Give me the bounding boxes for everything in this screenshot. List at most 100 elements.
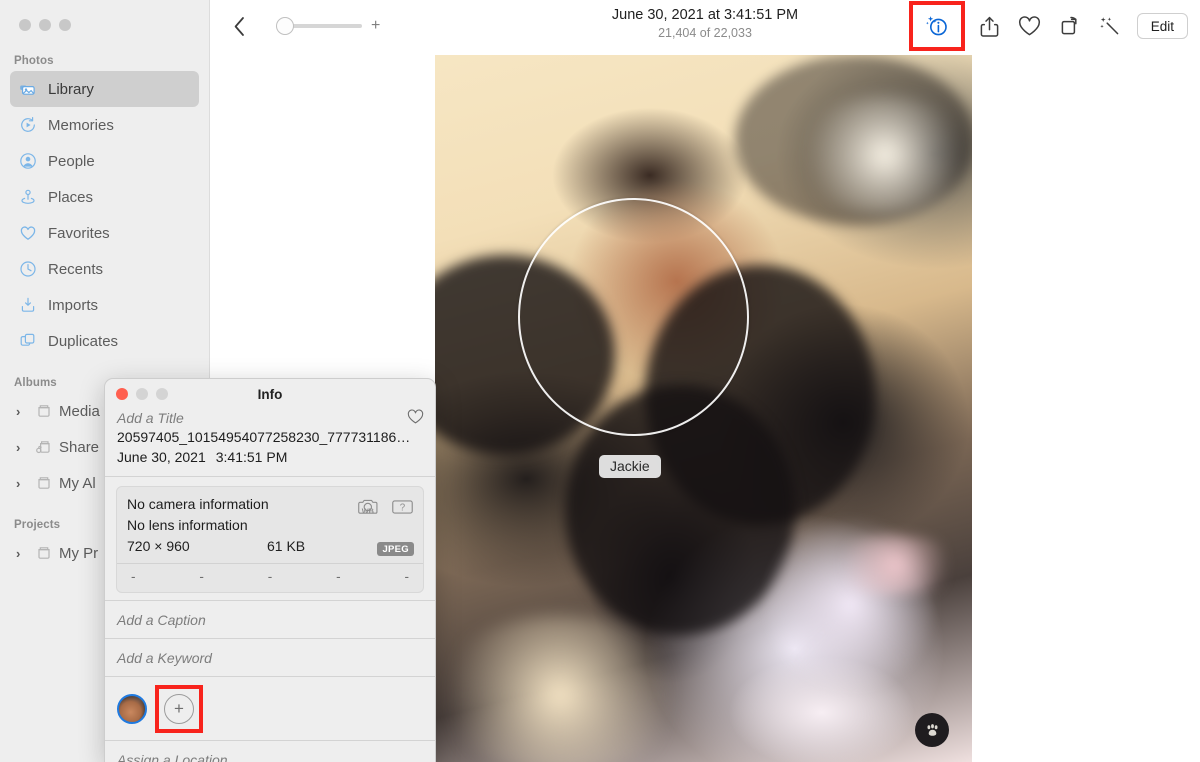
location-input[interactable]: Assign a Location xyxy=(105,741,435,762)
zoom-in-label[interactable]: + xyxy=(371,18,380,34)
sidebar-item-label: Places xyxy=(48,188,94,206)
sidebar-item-label: My Al xyxy=(59,474,96,492)
sidebar-item-favorites[interactable]: Favorites xyxy=(10,215,199,251)
svg-text:WB: WB xyxy=(362,507,374,516)
back-button[interactable] xyxy=(222,9,256,43)
chevron-right-icon[interactable]: › xyxy=(16,441,28,454)
info-button[interactable] xyxy=(920,9,954,43)
exif-secondary-row: - - - - - xyxy=(117,564,423,592)
rotate-button[interactable] xyxy=(1053,9,1087,43)
shared-album-icon xyxy=(34,437,53,457)
heart-icon xyxy=(1019,15,1041,35)
heart-icon xyxy=(18,223,38,243)
sidebar-item-label: Share xyxy=(59,438,100,456)
sidebar-item-people[interactable]: People xyxy=(10,143,199,179)
sidebar-item-label: Library xyxy=(48,80,94,98)
sidebar-item-library[interactable]: Library xyxy=(10,71,199,107)
exif-card: WB ? No camera information No lens infor… xyxy=(116,486,424,593)
favorite-button[interactable] xyxy=(1013,9,1047,43)
info-panel-traffic-lights[interactable] xyxy=(105,388,168,400)
sidebar-item-recents[interactable]: Recents xyxy=(10,251,199,287)
keyword-input[interactable]: Add a Keyword xyxy=(105,639,435,676)
window-traffic-lights[interactable] xyxy=(0,0,209,31)
info-panel: Info Add a Title 20597405_10154954077258… xyxy=(104,378,436,762)
face-detection-circle[interactable] xyxy=(518,198,749,436)
zoom-window-button[interactable] xyxy=(59,19,71,31)
caption-input[interactable]: Add a Caption xyxy=(105,601,435,638)
sidebar-item-label: Favorites xyxy=(48,224,110,242)
exif-value: - xyxy=(199,569,204,584)
photo-time: 3:41:51 PM xyxy=(215,449,288,465)
exif-icon-badges: WB ? xyxy=(357,497,414,520)
add-face-button[interactable]: + xyxy=(164,693,194,724)
face-avatar[interactable] xyxy=(117,693,147,724)
zoom-slider-track[interactable] xyxy=(276,17,362,35)
exif-value: - xyxy=(267,569,273,584)
sidebar-group-title-photos: Photos xyxy=(14,55,54,67)
zoom-slider[interactable]: + xyxy=(276,17,380,35)
zoom-slider-thumb[interactable] xyxy=(276,17,294,35)
sidebar-item-label: People xyxy=(48,152,95,170)
enhance-button[interactable] xyxy=(1093,9,1127,43)
toolbar-right-buttons: Edit xyxy=(908,0,1188,52)
import-icon xyxy=(18,295,38,315)
divider xyxy=(105,476,435,477)
duplicates-icon xyxy=(18,331,38,351)
sidebar-item-label: Duplicates xyxy=(48,332,119,350)
filename-text: 20597405_10154954077258230_777731186… xyxy=(117,429,411,445)
paw-icon xyxy=(926,723,938,736)
sidebar-item-label: Imports xyxy=(48,296,99,314)
clock-icon xyxy=(18,259,38,279)
info-minimize-button[interactable] xyxy=(136,388,148,400)
add-face-highlight: + xyxy=(155,684,203,733)
rotate-icon xyxy=(1061,16,1077,35)
pets-badge[interactable] xyxy=(915,713,949,747)
info-favorite-toggle[interactable] xyxy=(407,409,424,428)
library-icon xyxy=(18,79,38,99)
magic-wand-icon xyxy=(1100,17,1119,35)
photo-date: June 30, 2021 xyxy=(117,449,206,465)
sidebar-item-duplicates[interactable]: Duplicates xyxy=(10,323,199,359)
share-button[interactable] xyxy=(973,9,1007,43)
places-icon xyxy=(18,187,38,207)
date-time-row: June 30, 2021 3:41:51 PM xyxy=(117,447,423,467)
photo-viewer[interactable]: Jackie xyxy=(435,55,972,762)
exif-specs-row: 720 × 960 61 KB xyxy=(127,536,413,557)
exif-primary-info: WB ? No camera information No lens infor… xyxy=(117,487,423,563)
sidebar-item-memories[interactable]: Memories xyxy=(10,107,199,143)
unknown-lens-icon: ? xyxy=(391,497,414,520)
camera-wb-icon: WB xyxy=(357,497,383,520)
photos-app-window: Photos Library Memories People Places Fa… xyxy=(0,0,1200,762)
info-zoom-button[interactable] xyxy=(156,388,168,400)
sidebar-item-label: My Pr xyxy=(59,544,99,562)
album-icon xyxy=(34,543,53,563)
dimensions-text: 720 × 960 xyxy=(127,538,190,554)
info-sparkle-icon xyxy=(925,16,947,36)
sidebar-item-label: Memories xyxy=(48,116,114,134)
sidebar-item-imports[interactable]: Imports xyxy=(10,287,199,323)
chevron-right-icon[interactable]: › xyxy=(16,477,28,490)
chevron-right-icon[interactable]: › xyxy=(16,405,28,418)
face-name-label[interactable]: Jackie xyxy=(599,455,661,478)
sidebar-group-photos: Photos Library Memories People Places Fa… xyxy=(0,55,209,359)
svg-text:?: ? xyxy=(400,503,406,514)
exif-value: - xyxy=(336,569,341,584)
chevron-left-icon xyxy=(234,16,244,36)
sidebar-item-places[interactable]: Places xyxy=(10,179,199,215)
sidebar-item-label: Media xyxy=(59,402,100,420)
minimize-window-button[interactable] xyxy=(39,19,51,31)
close-window-button[interactable] xyxy=(19,19,31,31)
album-icon xyxy=(34,473,53,493)
memories-icon xyxy=(18,115,38,135)
people-icon xyxy=(18,151,38,171)
edit-button[interactable]: Edit xyxy=(1136,13,1188,39)
exif-value: - xyxy=(404,569,410,584)
info-button-highlight xyxy=(908,1,965,51)
photo-image: Jackie xyxy=(435,55,972,762)
toolbar: + June 30, 2021 at 3:41:51 PM 21,404 of … xyxy=(210,0,1200,52)
info-close-button[interactable] xyxy=(116,388,128,400)
faces-row: + xyxy=(105,677,435,740)
album-icon xyxy=(34,401,53,421)
title-input[interactable]: Add a Title xyxy=(117,409,423,428)
chevron-right-icon[interactable]: › xyxy=(16,547,28,560)
